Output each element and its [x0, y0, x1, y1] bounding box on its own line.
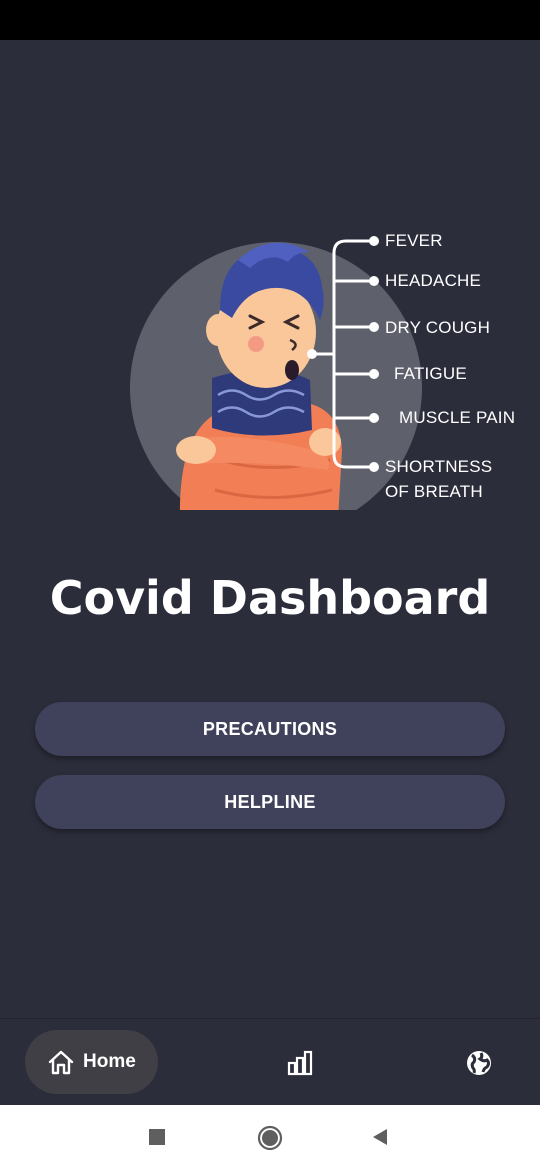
back-triangle-icon	[371, 1128, 389, 1146]
status-bar	[0, 0, 540, 40]
symptom-headache: HEADACHE	[385, 271, 482, 290]
back-button[interactable]	[368, 1125, 392, 1149]
symptom-shortness: SHORTNESS	[385, 457, 493, 476]
system-navigation-bar	[0, 1105, 540, 1170]
precautions-button[interactable]: PRECAUTIONS	[35, 702, 505, 756]
symptom-fever: FEVER	[385, 231, 443, 250]
home-system-button[interactable]	[256, 1124, 284, 1152]
symptom-fatigue: FATIGUE	[394, 364, 467, 383]
recent-apps-button[interactable]	[145, 1125, 169, 1149]
symptom-of-breath: OF BREATH	[385, 482, 483, 501]
page-title: Covid Dashboard	[49, 571, 491, 625]
symptom-dry-cough: DRY COUGH	[385, 318, 491, 337]
main-content	[0, 40, 540, 1018]
nav-item-world[interactable]	[463, 1047, 495, 1079]
square-icon	[149, 1129, 165, 1145]
symptom-muscle-pain: MUSCLE PAIN	[399, 408, 516, 427]
nav-item-home[interactable]: Home	[25, 1030, 158, 1094]
circle-icon	[257, 1125, 283, 1151]
home-icon	[47, 1049, 75, 1075]
nav-item-home-label: Home	[83, 1051, 136, 1072]
nav-item-stats[interactable]	[284, 1047, 316, 1079]
globe-icon	[466, 1050, 492, 1076]
bottom-navigation: Home	[0, 1018, 540, 1105]
helpline-button[interactable]: HELPLINE	[35, 775, 505, 829]
symptoms-illustration: FEVER HEADACHE DRY COUGH FATIGUE MUSCLE …	[120, 190, 520, 534]
bar-chart-icon	[286, 1050, 314, 1076]
